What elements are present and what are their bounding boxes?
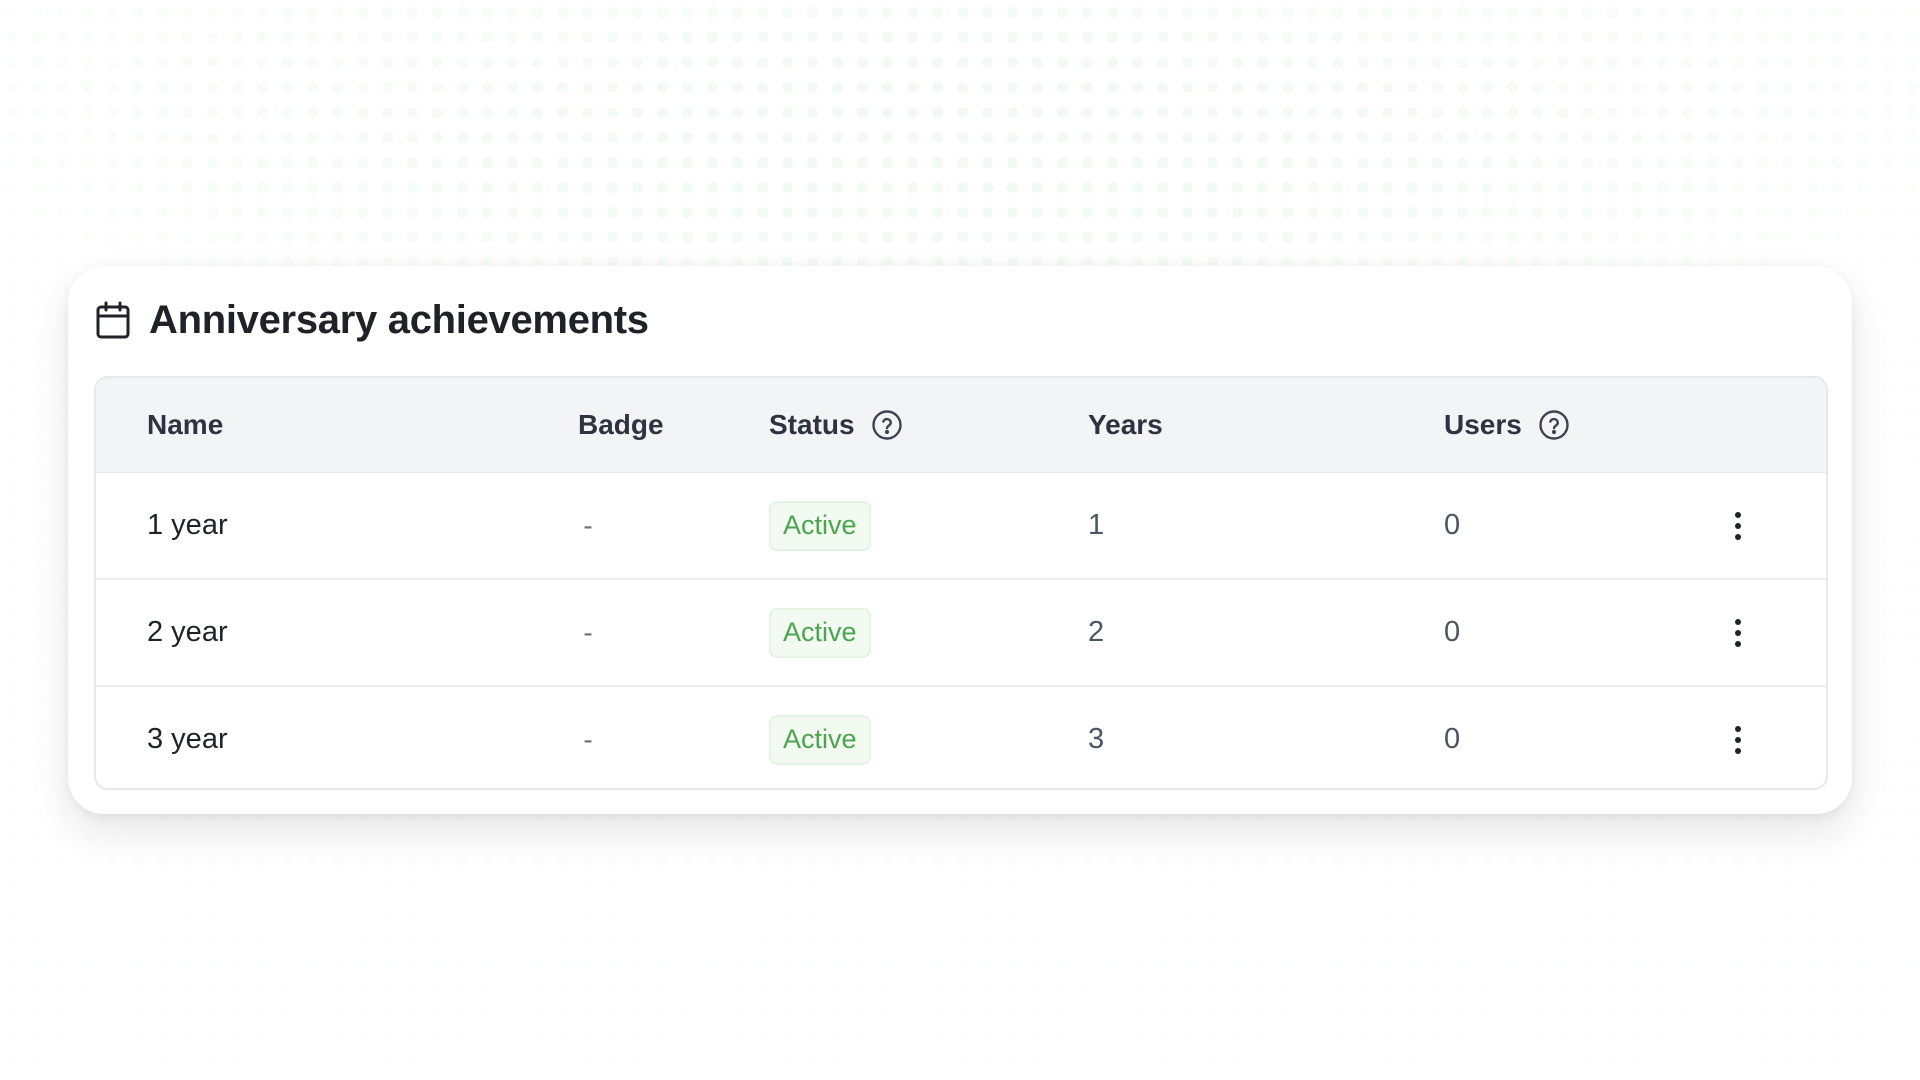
column-header-status[interactable]: Status — [769, 378, 903, 472]
card-title: Anniversary achievements — [149, 297, 649, 342]
row-badge: - — [583, 723, 593, 755]
row-actions-button[interactable] — [1718, 580, 1758, 685]
table-row[interactable]: 1 year - Active 1 0 — [96, 473, 1826, 580]
row-users: 0 — [1444, 723, 1461, 755]
card-header: Anniversary achievements — [95, 290, 649, 350]
column-header-users[interactable]: Users — [1444, 378, 1570, 472]
row-status: Active — [769, 473, 871, 578]
column-header-label: Name — [147, 409, 224, 440]
help-circle-icon[interactable] — [1538, 409, 1570, 441]
status-badge: Active — [769, 500, 871, 551]
column-header-label: Years — [1088, 409, 1163, 440]
row-name: 2 year — [147, 616, 228, 648]
row-badge: - — [583, 616, 593, 648]
row-badge: - — [583, 509, 593, 541]
row-status: Active — [769, 687, 871, 788]
row-years: 2 — [1088, 616, 1105, 648]
row-actions-button[interactable] — [1718, 473, 1758, 578]
row-years: 3 — [1088, 723, 1105, 755]
row-actions-button[interactable] — [1718, 687, 1758, 788]
table-row[interactable]: 2 year - Active 2 0 — [96, 580, 1826, 687]
row-name: 3 year — [147, 723, 228, 755]
achievements-table: Name Badge Status Years Users 1 year - A… — [94, 376, 1828, 790]
more-vertical-icon — [1735, 511, 1741, 540]
column-header-label: Badge — [578, 409, 664, 440]
column-header-label: Users — [1444, 409, 1522, 440]
row-years: 1 — [1088, 509, 1105, 541]
column-header-badge[interactable]: Badge — [578, 378, 664, 472]
achievements-card: Anniversary achievements Name Badge Stat… — [68, 266, 1852, 814]
row-users: 0 — [1444, 509, 1461, 541]
table-header: Name Badge Status Years Users — [96, 378, 1826, 473]
column-header-label: Status — [769, 409, 855, 440]
row-name: 1 year — [147, 509, 228, 541]
row-users: 0 — [1444, 616, 1461, 648]
table-row[interactable]: 3 year - Active 3 0 — [96, 687, 1826, 788]
column-header-years[interactable]: Years — [1088, 378, 1163, 472]
row-status: Active — [769, 580, 871, 685]
status-badge: Active — [769, 714, 871, 765]
calendar-icon — [95, 300, 131, 340]
status-badge: Active — [769, 607, 871, 658]
column-header-name[interactable]: Name — [147, 378, 223, 472]
help-circle-icon[interactable] — [871, 409, 903, 441]
more-vertical-icon — [1735, 618, 1741, 647]
more-vertical-icon — [1735, 725, 1741, 754]
